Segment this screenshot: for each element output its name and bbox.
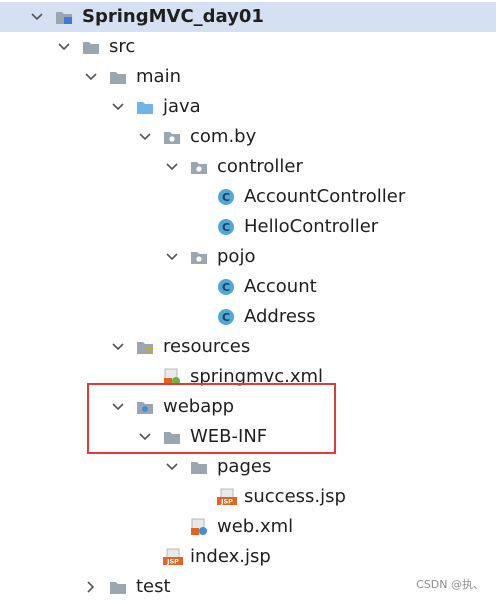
tree-row-com-by[interactable]: com.by (0, 122, 496, 152)
tree-label: HelloController (244, 216, 379, 237)
tree-row-webapp[interactable]: webapp (0, 392, 496, 422)
java-class-icon: C (217, 279, 235, 295)
folder-icon (190, 459, 208, 475)
tree-row-main[interactable]: main (0, 62, 496, 92)
tree-row-pages[interactable]: pages (0, 452, 496, 482)
tree-row-account[interactable]: C Account (0, 272, 496, 302)
tree-label: Address (244, 306, 316, 327)
chevron-down-icon[interactable] (165, 160, 179, 174)
tree-label: Account (244, 276, 317, 297)
chevron-down-icon[interactable] (138, 130, 152, 144)
source-root-folder-icon (136, 99, 154, 115)
tree-row-java[interactable]: java (0, 92, 496, 122)
tree-label: index.jsp (190, 546, 271, 567)
chevron-down-icon[interactable] (111, 340, 125, 354)
class-letter: C (222, 281, 230, 294)
tree-label: controller (217, 156, 303, 177)
chevron-right-icon[interactable] (84, 580, 98, 594)
tree-row-springmvc-xml[interactable]: springmvc.xml (0, 362, 496, 392)
package-icon (190, 159, 208, 175)
resources-folder-icon (136, 339, 154, 355)
chevron-down-icon[interactable] (165, 460, 179, 474)
tree-label: springmvc.xml (190, 366, 324, 387)
java-class-icon: C (217, 309, 235, 325)
web-folder-icon (136, 399, 154, 415)
tree-label: resources (163, 336, 251, 357)
chevron-down-icon[interactable] (165, 250, 179, 264)
jsp-file-icon: JSP (217, 488, 237, 506)
tree-row-project[interactable]: SpringMVC_day01 (0, 2, 496, 32)
class-letter: C (222, 221, 230, 234)
spring-xml-icon (163, 368, 181, 385)
tree-row-account-controller[interactable]: C AccountController (0, 182, 496, 212)
project-tree: SpringMVC_day01 src main java com.by con… (0, 0, 496, 600)
watermark: CSDN @执、 (416, 578, 484, 591)
tree-label: web.xml (217, 516, 294, 537)
tree-label: src (109, 36, 136, 57)
tree-row-controller[interactable]: controller (0, 152, 496, 182)
tree-label: success.jsp (244, 486, 346, 507)
tree-row-resources[interactable]: resources (0, 332, 496, 362)
folder-icon (109, 69, 127, 85)
chevron-down-icon[interactable] (138, 430, 152, 444)
tree-row-web-xml[interactable]: web.xml (0, 512, 496, 542)
jsp-file-icon: JSP (163, 548, 183, 566)
tree-row-pojo[interactable]: pojo (0, 242, 496, 272)
tree-label: SpringMVC_day01 (82, 6, 264, 27)
chevron-down-icon[interactable] (111, 100, 125, 114)
tree-label: com.by (190, 126, 257, 147)
tree-label: java (163, 96, 201, 117)
tree-label: main (136, 66, 181, 87)
tree-row-address[interactable]: C Address (0, 302, 496, 332)
package-icon (163, 129, 181, 145)
tree-row-web-inf[interactable]: WEB-INF (0, 422, 496, 452)
project-folder-icon (55, 9, 73, 25)
tree-label: AccountController (244, 186, 406, 207)
tree-row-index-jsp[interactable]: JSP index.jsp (0, 542, 496, 572)
tree-label: pages (217, 456, 272, 477)
java-class-icon: C (217, 189, 235, 205)
web-xml-icon (190, 518, 208, 535)
tree-row-src[interactable]: src (0, 32, 496, 62)
tree-row-success-jsp[interactable]: JSP success.jsp (0, 482, 496, 512)
tree-row-hello-controller[interactable]: C HelloController (0, 212, 496, 242)
tree-label: test (136, 576, 171, 597)
folder-icon (82, 39, 100, 55)
chevron-down-icon[interactable] (84, 70, 98, 84)
chevron-down-icon[interactable] (111, 400, 125, 414)
folder-icon (109, 579, 127, 595)
package-icon (190, 249, 208, 265)
tree-label: pojo (217, 246, 256, 267)
tree-label: WEB-INF (190, 426, 268, 447)
chevron-down-icon[interactable] (57, 40, 71, 54)
class-letter: C (222, 191, 230, 204)
chevron-down-icon[interactable] (30, 10, 44, 24)
jsp-badge-text: JSP (166, 558, 179, 566)
jsp-badge-text: JSP (220, 498, 233, 506)
java-class-icon: C (217, 219, 235, 235)
folder-icon (163, 429, 181, 445)
class-letter: C (222, 311, 230, 324)
tree-label: webapp (163, 396, 235, 417)
